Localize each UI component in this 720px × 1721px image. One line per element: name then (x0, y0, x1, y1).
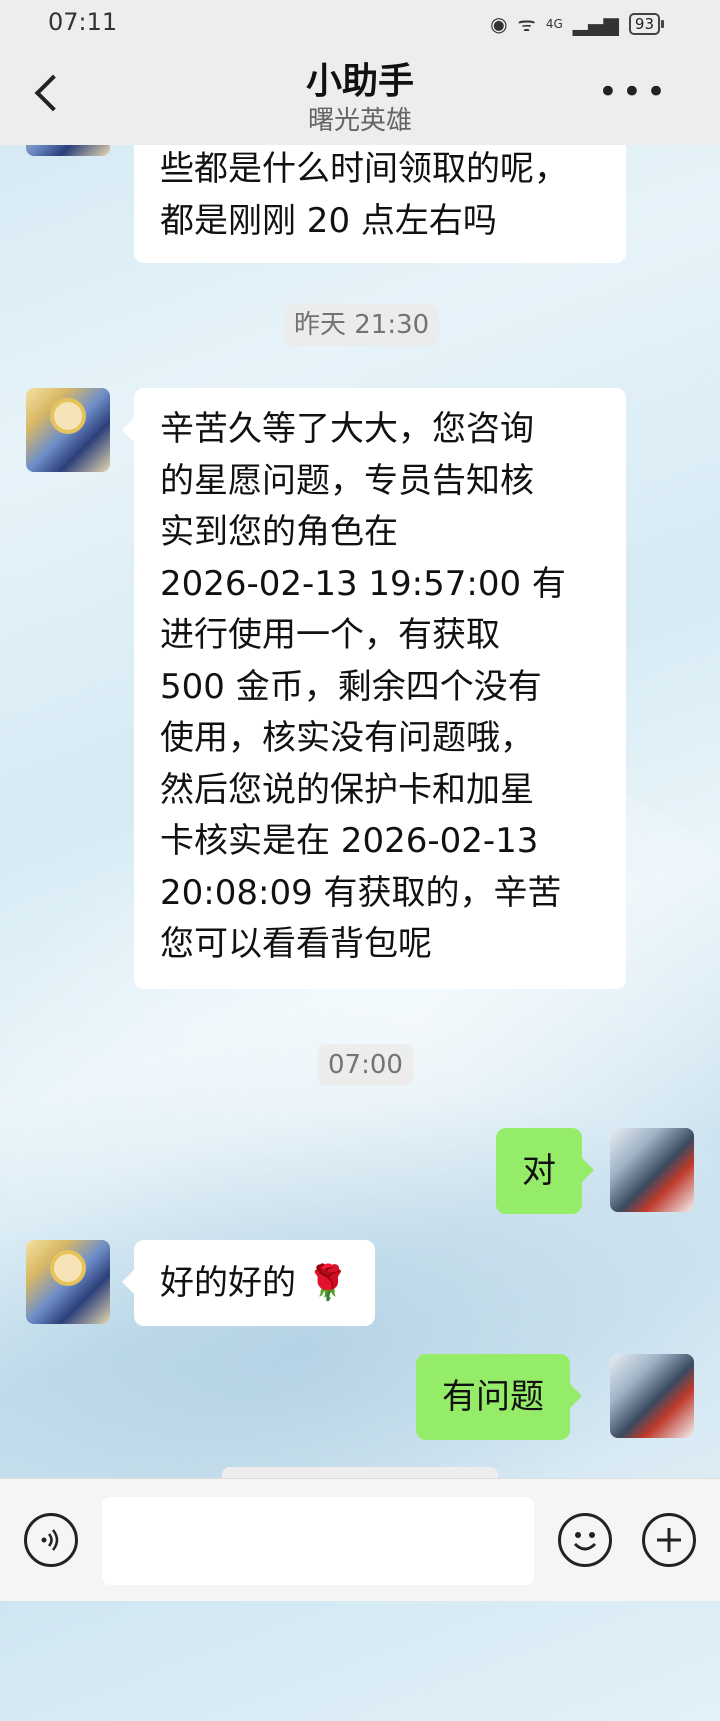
avatar-self[interactable] (610, 1128, 694, 1212)
message-line: 都是刚刚 20 点左右吗 (160, 200, 497, 241)
message-text: 好的好的 🌹 (160, 1263, 350, 1303)
voice-icon[interactable] (24, 1513, 78, 1567)
message-line: 进行使用一个，有获取 (160, 615, 500, 655)
status-time: 07:11 (48, 8, 118, 36)
message-line: 您可以看看背包呢 (160, 924, 432, 964)
status-icons: ◉ ᯤ 4G ▂▄▆ 93 (490, 10, 665, 37)
signal-icon: ▂▄▆ (572, 11, 619, 36)
message-line: 些都是什么时间领取的呢， (160, 149, 568, 189)
message-line: 辛苦久等了大大，您咨询 (160, 409, 534, 449)
message-text: 对 (522, 1151, 556, 1191)
message-line: 20:08:09 有获取的，辛苦 (160, 872, 562, 913)
message-line: 的星愿问题，专员告知核 (160, 460, 534, 501)
plus-icon-glyph (657, 1528, 681, 1552)
voice-icon-glyph (41, 1529, 59, 1551)
input-bar (0, 1478, 720, 1601)
battery-icon: 93 (628, 12, 665, 35)
message-line: 500 金币，剩余四个没有 (160, 666, 542, 707)
emoji-icon-glyph (573, 1532, 597, 1551)
emoji-icon[interactable] (558, 1513, 612, 1567)
message-bubble-self[interactable]: 对 (496, 1128, 594, 1214)
message-bubble-self[interactable]: 有问题 (416, 1354, 582, 1440)
message-line: 2026-02-13 19:57:00 有 (160, 563, 566, 604)
message-line: 实到您的角色在 (160, 512, 398, 552)
message-line: 卡核实是在 2026-02-13 (160, 821, 539, 861)
wifi-icon: ᯤ (517, 12, 536, 36)
avatar[interactable] (26, 388, 110, 472)
plus-icon[interactable] (642, 1513, 696, 1567)
message-input[interactable] (102, 1497, 534, 1585)
avatar-self[interactable] (610, 1354, 694, 1438)
timestamp: 昨天 21:30 (284, 304, 440, 346)
top-bar: 07:11 ◉ ᯤ 4G ▂▄▆ 93 小助手 曙光英雄 ••• (0, 0, 720, 145)
network-label: 4G (545, 16, 563, 31)
more-dots-icon[interactable]: ••• (598, 75, 670, 109)
timestamp: 07:00 (318, 1044, 413, 1086)
message-line: 使用，核实没有问题哦， (160, 718, 534, 758)
message-text: 有问题 (442, 1377, 544, 1417)
message-bubble[interactable]: 好的好的 🌹 (121, 1240, 376, 1326)
message-bubble[interactable]: 辛苦久等了大大，您咨询 的星愿问题，专员告知核 实到您的角色在 2026-02-… (122, 388, 626, 989)
avatar[interactable] (26, 1240, 110, 1324)
eye-icon: ◉ (490, 11, 508, 36)
message-line: 然后您说的保护卡和加星 (160, 769, 534, 810)
